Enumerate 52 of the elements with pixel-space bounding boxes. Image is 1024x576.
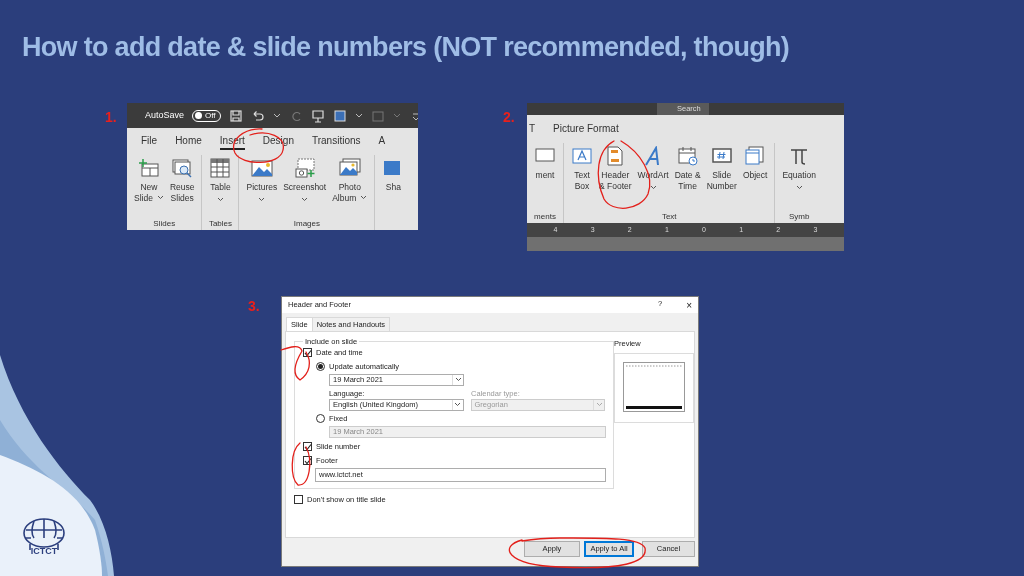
album-icon	[338, 158, 361, 178]
caret-icon	[272, 113, 281, 118]
ribbon-button[interactable]: Pictures	[245, 158, 279, 220]
group-label: Symb	[788, 212, 811, 222]
ribbon-tab[interactable]: File	[141, 133, 158, 150]
ribbon-button[interactable]: Screenshot	[282, 158, 328, 220]
step-number: 1.	[105, 110, 117, 124]
ribbon-button[interactable]: ment	[533, 146, 557, 213]
group-label: Text	[660, 212, 678, 222]
picture-icon	[250, 158, 273, 178]
ribbon-button[interactable]: Photo Album	[331, 158, 369, 220]
calendar-clock-icon	[676, 146, 699, 166]
group-label: Slides	[152, 219, 177, 229]
ribbon-button[interactable]: Table	[208, 158, 233, 220]
caret-icon	[354, 113, 363, 118]
ribbon-button[interactable]: Date & Time	[673, 146, 702, 213]
chevron-icon	[454, 377, 462, 382]
ribbon-button[interactable]: Sha	[381, 158, 406, 229]
ribbon-tab[interactable]: Home	[175, 133, 202, 150]
check-icon	[303, 348, 312, 357]
ribbon-button[interactable]: Equation	[781, 146, 817, 213]
ribbon-tab[interactable]: T	[529, 120, 536, 138]
step-number: 2.	[503, 110, 515, 124]
group-label: Tables	[208, 219, 233, 229]
ribbon-button[interactable]: Slide Number	[705, 146, 738, 213]
autosave-label: AutoSave	[145, 108, 185, 122]
ribbon-button[interactable]: Reuse Slides	[168, 158, 196, 220]
slide-preview-drawing	[623, 362, 685, 413]
slide-plus-icon	[137, 158, 160, 178]
text-box-icon	[571, 146, 593, 166]
window-icon	[744, 146, 767, 166]
caret-icon	[392, 113, 401, 118]
ribbon-tab[interactable]: A	[378, 133, 386, 150]
ribbon-tab[interactable]: Transitions	[311, 133, 361, 150]
save-icon	[228, 108, 243, 123]
chevron-icon	[595, 402, 603, 407]
ribbon-button[interactable]: New Slide	[133, 158, 165, 220]
presenter-icon	[310, 108, 325, 123]
close-button[interactable]: ×	[686, 297, 692, 313]
step-number: 3.	[248, 299, 260, 313]
group-label: Images	[292, 219, 321, 229]
group-label: ments	[533, 212, 557, 222]
table-icon	[209, 158, 232, 178]
ribbon-button[interactable]: Text Box	[570, 146, 594, 213]
chevron-icon	[454, 402, 461, 407]
ribbon-button[interactable]: Object	[741, 146, 769, 213]
slide-title: How to add date & slide numbers (NOT recommended, though)	[22, 31, 790, 64]
hash-box-icon	[710, 146, 733, 166]
square-icon	[332, 108, 347, 123]
ribbon-tab[interactable]: Picture Format	[553, 120, 619, 138]
slides-magnifier-icon	[171, 158, 194, 178]
camera-icon	[293, 158, 316, 178]
